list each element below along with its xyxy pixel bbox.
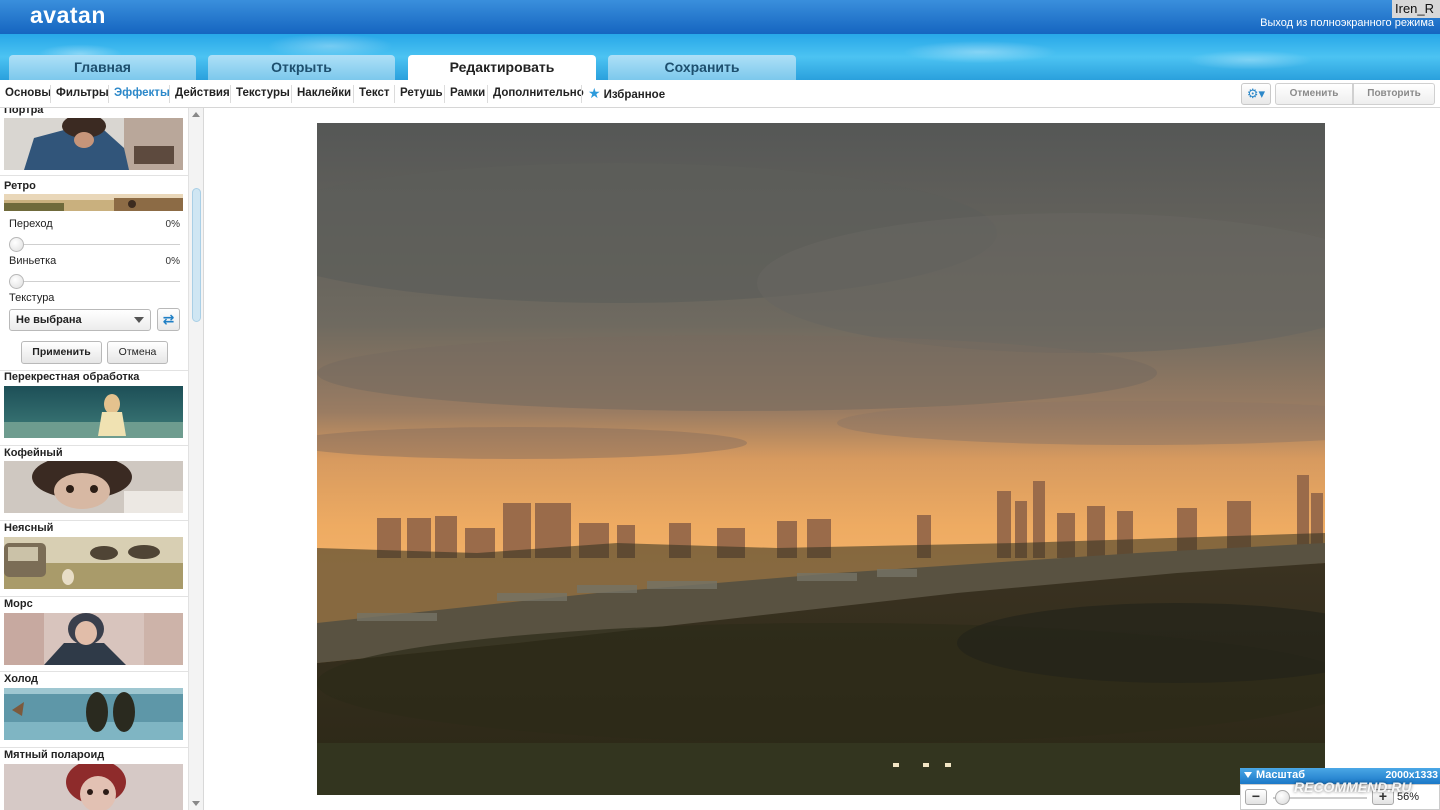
subtab-filters[interactable]: Фильтры	[56, 80, 109, 107]
effect-label-portrait: Портра	[4, 108, 44, 116]
app-logo[interactable]: avatan	[30, 2, 106, 29]
divider	[0, 671, 188, 672]
effect-thumb-cross-processing[interactable]	[4, 386, 183, 438]
divider	[0, 596, 188, 597]
tab-save[interactable]: Сохранить	[608, 55, 796, 80]
vignette-value: 0%	[165, 256, 180, 267]
shuffle-texture-button[interactable]: ⇄	[157, 308, 180, 331]
divider	[487, 85, 488, 103]
cold-thumbnail	[4, 688, 183, 740]
vignette-slider-track[interactable]	[9, 281, 180, 282]
top-bar: avatan Iren_R Выход из полноэкранного ре…	[0, 0, 1440, 34]
main-tab-bar: Главная Открыть Редактировать Сохранить	[0, 34, 1440, 81]
texture-label: Текстура	[9, 292, 55, 304]
effect-label-cross-processing: Перекрестная обработка	[4, 371, 140, 383]
divider	[230, 85, 231, 103]
panel-scrollbar[interactable]	[188, 108, 203, 810]
divider	[50, 85, 51, 103]
apply-button[interactable]: Применить	[21, 341, 102, 364]
transition-label: Переход	[9, 218, 53, 230]
star-icon: ★	[588, 85, 601, 101]
effect-thumb-mint-polaroid[interactable]	[4, 764, 183, 810]
redo-button[interactable]: Повторить	[1353, 83, 1435, 105]
effect-thumb-portrait[interactable]	[4, 118, 183, 170]
undo-button[interactable]: Отменить	[1275, 83, 1353, 105]
divider	[169, 85, 170, 103]
tab-open[interactable]: Открыть	[208, 55, 395, 80]
subtab-frames[interactable]: Рамки	[450, 80, 485, 107]
collapse-icon	[1244, 772, 1252, 779]
effect-thumb-retro[interactable]	[4, 194, 183, 211]
subtab-advanced[interactable]: Дополнительно	[493, 80, 584, 107]
settings-gear-button[interactable]: ⚙▾	[1241, 83, 1271, 105]
mors-thumbnail	[4, 613, 183, 665]
canvas-area	[205, 108, 1440, 810]
divider	[291, 85, 292, 103]
effect-thumb-unclear[interactable]	[4, 537, 183, 589]
divider	[444, 85, 445, 103]
scroll-up-icon[interactable]	[192, 112, 200, 117]
exit-fullscreen-link[interactable]: Выход из полноэкранного режима	[1260, 17, 1434, 29]
divider	[108, 85, 109, 103]
watermark: RECOMMEND.RU	[1294, 779, 1412, 795]
subtab-effects[interactable]: Эффекты	[114, 80, 170, 107]
divider	[394, 85, 395, 103]
favorites-label: Избранное	[603, 89, 666, 101]
edited-photo[interactable]	[317, 123, 1325, 795]
transition-slider-handle[interactable]	[9, 237, 24, 252]
effect-label-retro: Ретро	[4, 180, 36, 192]
coffee-thumbnail	[4, 461, 183, 513]
gear-icon: ⚙▾	[1246, 86, 1266, 101]
divider	[0, 747, 188, 748]
effect-label-unclear: Неясный	[4, 522, 54, 534]
effects-panel: Портра Ретро Переход 0% Виньетка 0% Текс…	[0, 108, 204, 810]
divider	[0, 520, 188, 521]
divider	[0, 445, 188, 446]
cross-processing-thumbnail	[4, 386, 183, 438]
retro-thumbnail	[4, 194, 183, 211]
editor-toolbar: Основы Фильтры Эффекты Действия Текстуры…	[0, 80, 1440, 108]
texture-select[interactable]: Не выбрана	[9, 309, 151, 331]
user-name[interactable]: Iren_R	[1392, 0, 1440, 18]
vignette-label: Виньетка	[9, 255, 57, 267]
divider	[353, 85, 354, 103]
tab-edit[interactable]: Редактировать	[408, 55, 596, 81]
effect-thumb-coffee[interactable]	[4, 461, 183, 513]
transition-value: 0%	[165, 219, 180, 230]
effect-thumb-mors[interactable]	[4, 613, 183, 665]
transition-slider-track[interactable]	[9, 244, 180, 245]
subtab-actions[interactable]: Действия	[175, 80, 230, 107]
cancel-button[interactable]: Отмена	[107, 341, 168, 364]
subtab-stickers[interactable]: Наклейки	[297, 80, 351, 107]
effect-label-cold: Холод	[4, 673, 39, 685]
divider	[581, 85, 582, 103]
portrait-thumbnail	[4, 118, 183, 170]
subtab-textures[interactable]: Текстуры	[236, 80, 290, 107]
mint-polaroid-thumbnail	[4, 764, 183, 810]
effect-thumb-cold[interactable]	[4, 688, 183, 740]
subtab-favorites[interactable]: ★ Избранное	[588, 80, 665, 107]
tab-home[interactable]: Главная	[9, 55, 196, 80]
scroll-down-icon[interactable]	[192, 801, 200, 806]
zoom-out-button[interactable]: −	[1245, 789, 1267, 805]
zoom-slider-handle[interactable]	[1275, 790, 1290, 805]
subtab-retouch[interactable]: Ретушь	[400, 80, 443, 107]
effect-label-coffee: Кофейный	[4, 447, 63, 459]
vignette-slider-handle[interactable]	[9, 274, 24, 289]
shuffle-icon: ⇄	[162, 311, 175, 327]
divider	[0, 175, 188, 176]
photo-image	[317, 123, 1325, 795]
effect-label-mint-polaroid: Мятный полароид	[4, 749, 105, 761]
subtab-text[interactable]: Текст	[359, 80, 389, 107]
subtab-basics[interactable]: Основы	[5, 80, 51, 107]
effect-label-mors: Морс	[4, 598, 33, 610]
unclear-thumbnail	[4, 537, 183, 589]
texture-select-value: Не выбрана	[16, 314, 82, 326]
chevron-down-icon	[134, 317, 144, 323]
scrollbar-thumb[interactable]	[192, 188, 201, 322]
